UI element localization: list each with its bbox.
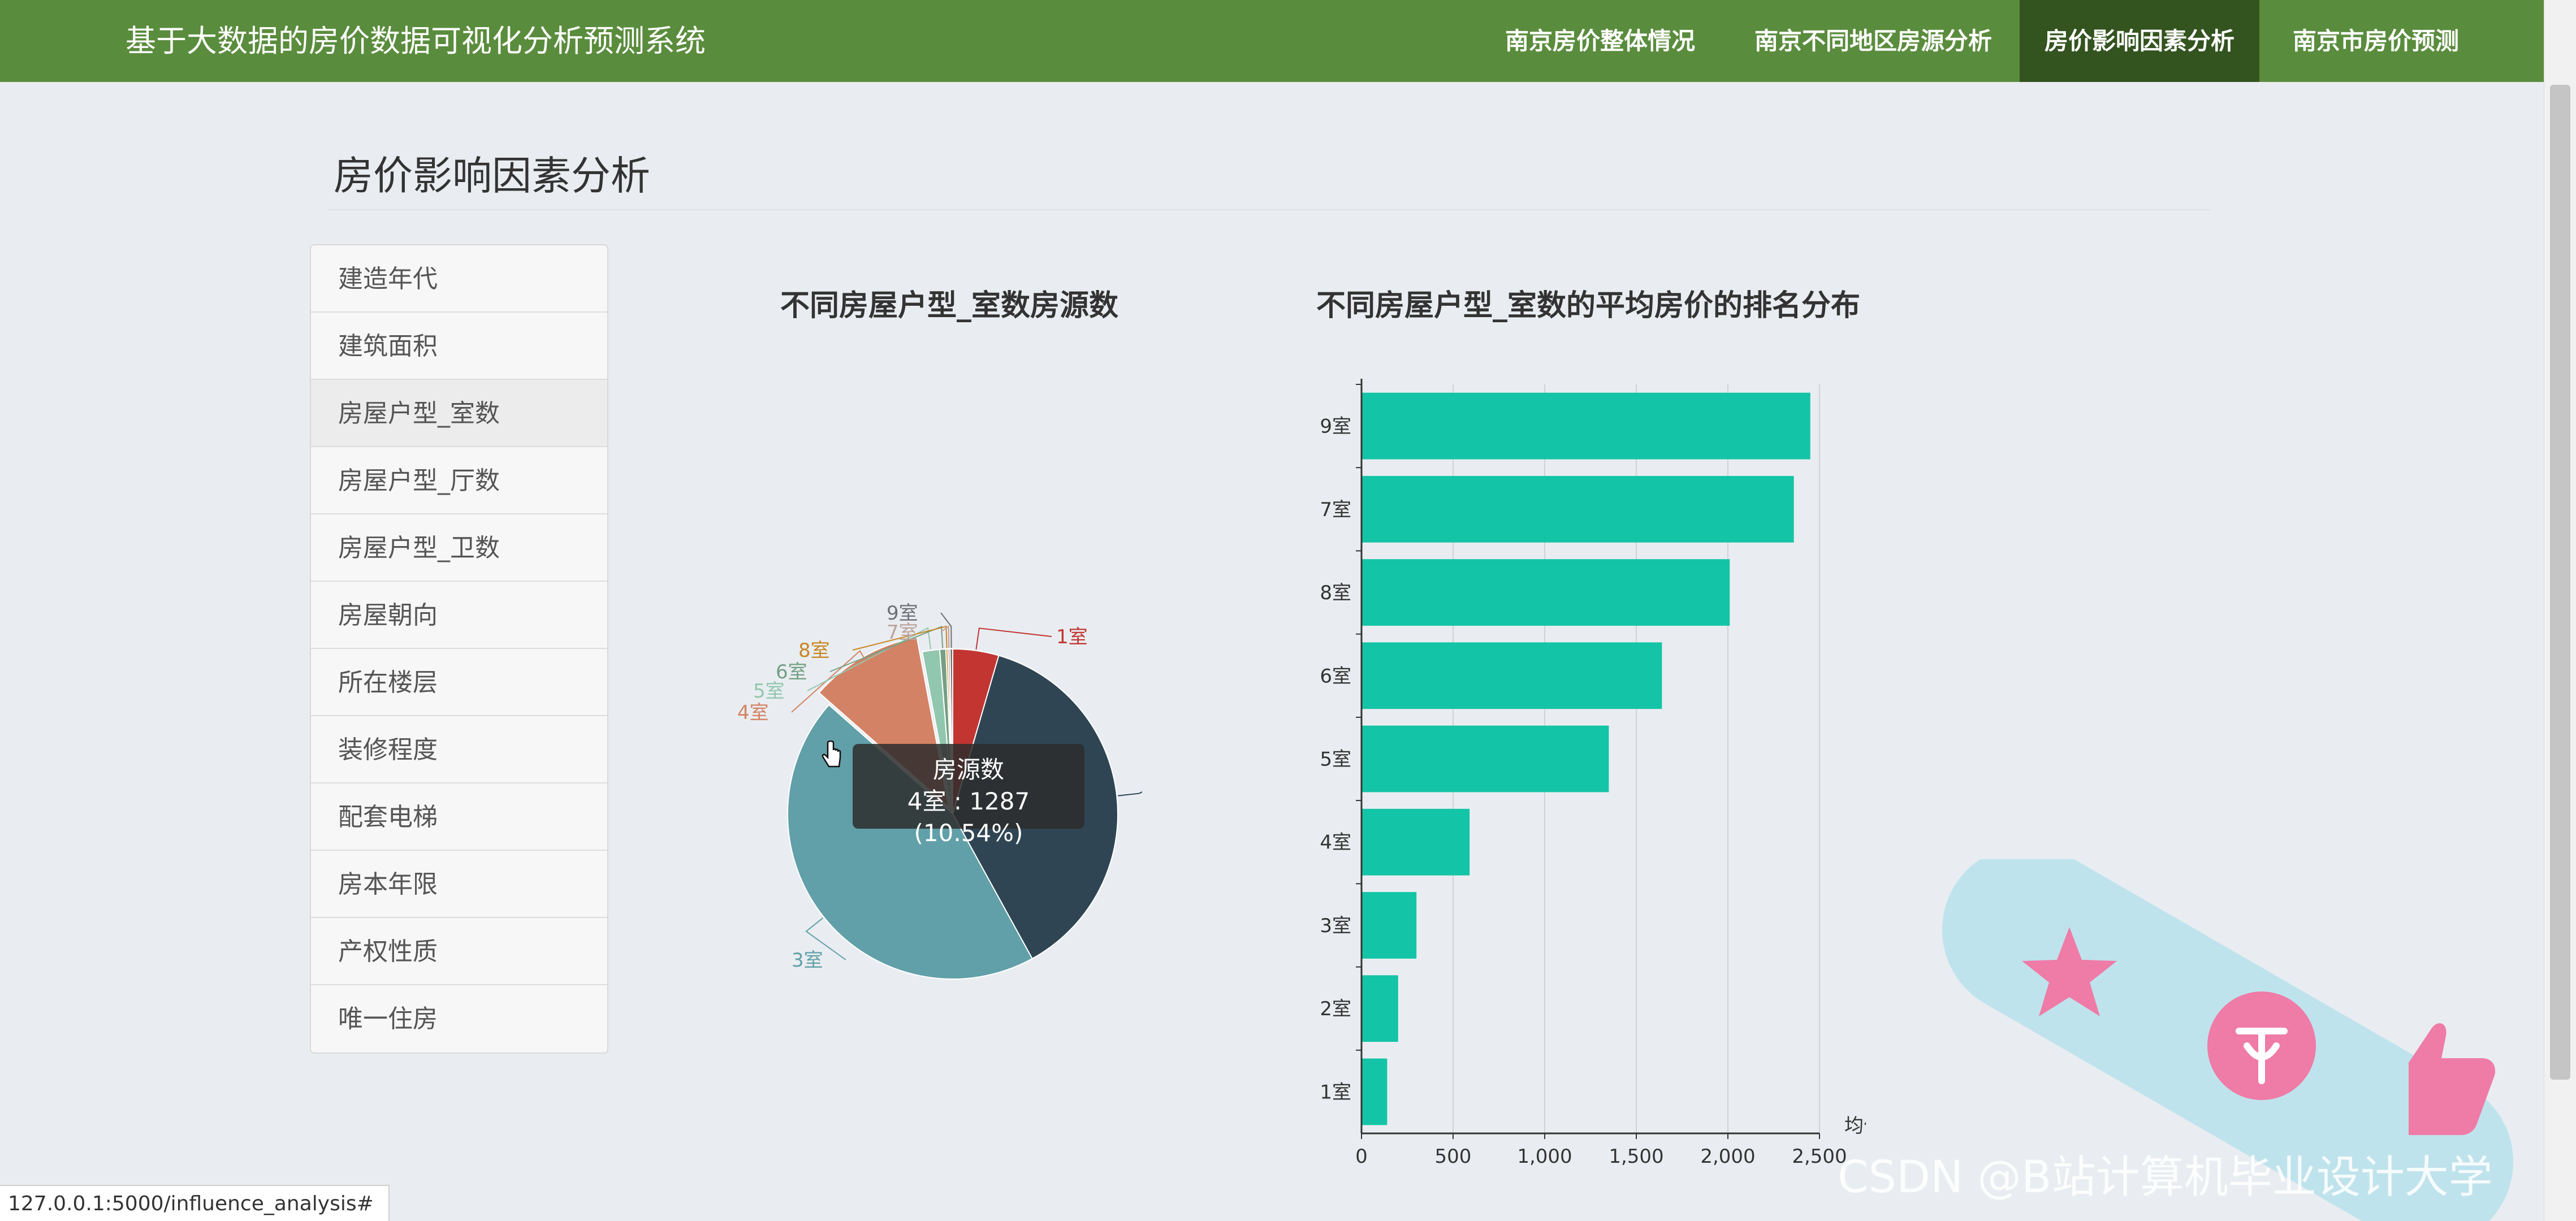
- cursor-hand-icon: [822, 741, 841, 768]
- nav-item-district[interactable]: 南京不同地区房源分析: [1744, 0, 2003, 82]
- bar-1-room[interactable]: [1362, 1058, 1388, 1125]
- sidebar-item-floor[interactable]: 所在楼层: [311, 649, 607, 716]
- y-tick-label: 7室: [1320, 499, 1351, 521]
- y-tick-label: 8室: [1320, 582, 1351, 604]
- y-tick-label: 1室: [1320, 1081, 1351, 1103]
- brand-title[interactable]: 基于大数据的房价数据可视化分析预测系统: [126, 0, 706, 82]
- tooltip-value: 4室 : 1287 (10.54%): [907, 787, 1030, 847]
- x-tick-label: 2,000: [1700, 1145, 1755, 1168]
- pie-tooltip: 房源数 4室 : 1287 (10.54%): [853, 744, 1084, 847]
- pie-label: 5室: [753, 680, 785, 703]
- pie-label: 9室: [887, 602, 918, 625]
- sidebar-item-orientation[interactable]: 房屋朝向: [311, 582, 607, 649]
- y-tick-label: 9室: [1320, 415, 1351, 438]
- x-tick-label: 500: [1435, 1145, 1472, 1168]
- sidebar-item-decoration[interactable]: 装修程度: [311, 716, 607, 783]
- sidebar-item-only-house[interactable]: 唯一住房: [311, 985, 607, 1053]
- sidebar-item-elevator[interactable]: 配套电梯: [311, 783, 607, 851]
- sidebar-item-halls[interactable]: 房屋户型_厅数: [311, 447, 607, 514]
- pie-label: 6室: [776, 661, 807, 683]
- watermark: CSDN @B站计算机毕业设计大学: [1838, 1152, 2493, 1203]
- app-window: 基于大数据的房价数据可视化分析预测系统 南京房价整体情况 南京不同地区房源分析 …: [0, 0, 2576, 1221]
- sidebar-item-rooms[interactable]: 房屋户型_室数: [311, 380, 607, 447]
- x-tick-label: 1,500: [1609, 1145, 1663, 1168]
- y-tick-label: 2室: [1320, 998, 1351, 1020]
- bar-3-room[interactable]: [1362, 892, 1417, 959]
- bar-chart-title: 不同房屋户型_室数的平均房价的排名分布: [1316, 289, 1861, 323]
- y-tick-label: 5室: [1320, 748, 1351, 771]
- pie-chart-title: 不同房屋户型_室数房源数: [780, 289, 1119, 323]
- pie-label: 7室: [887, 621, 918, 644]
- bar-2-room[interactable]: [1362, 975, 1398, 1042]
- top-navbar: 基于大数据的房价数据可视化分析预测系统 南京房价整体情况 南京不同地区房源分析 …: [0, 0, 2576, 82]
- tooltip-series-name: 房源数: [932, 756, 1004, 783]
- sidebar-item-build-year[interactable]: 建造年代: [311, 245, 607, 313]
- x-tick-label: 1,000: [1517, 1145, 1572, 1168]
- nav-item-overall[interactable]: 南京房价整体情况: [1497, 0, 1703, 82]
- url-status-bar: 127.0.0.1:5000/influence_analysis#: [0, 1185, 390, 1221]
- scrollbar-thumb[interactable]: [2550, 85, 2570, 1080]
- sidebar-item-deed-years[interactable]: 房本年限: [311, 851, 607, 918]
- pie-label: 3室: [792, 949, 823, 972]
- bar-6-room[interactable]: [1362, 642, 1662, 709]
- y-tick-label: 3室: [1320, 915, 1351, 937]
- bar-chart[interactable]: 0 500 1,000 1,500 2,000 2,5009室7室8室6室5室4室3室2室…: [1289, 362, 1866, 1181]
- bar-7-room[interactable]: [1362, 475, 1794, 543]
- y-tick-label: 4室: [1320, 832, 1351, 854]
- vertical-scrollbar[interactable]: [2544, 0, 2576, 1221]
- factor-list: 建造年代 建筑面积 房屋户型_室数 房屋户型_厅数 房屋户型_卫数 房屋朝向 所…: [310, 244, 608, 1054]
- nav-item-influence[interactable]: 房价影响因素分析: [2020, 0, 2259, 82]
- bar-4-room[interactable]: [1362, 808, 1470, 876]
- pie-leader-line: [975, 627, 1052, 650]
- page-title: 房价影响因素分析: [334, 153, 650, 199]
- y-tick-label: 6室: [1320, 665, 1351, 687]
- bar-5-room[interactable]: [1362, 725, 1609, 793]
- sidebar-item-area[interactable]: 建筑面积: [311, 313, 607, 380]
- pie-label: 8室: [798, 639, 830, 662]
- pie-label: 4室: [737, 702, 769, 724]
- pie-leader-line: [1118, 791, 1142, 796]
- title-divider: [328, 209, 2211, 210]
- nav-item-prediction[interactable]: 南京市房价预测: [2273, 0, 2479, 82]
- x-axis-label: 均价/: [1844, 1115, 1866, 1137]
- bar-8-room[interactable]: [1362, 559, 1730, 626]
- bar-9-room[interactable]: [1362, 392, 1810, 460]
- sidebar-item-property-type[interactable]: 产权性质: [311, 918, 607, 985]
- pie-label: 1室: [1056, 626, 1088, 648]
- x-tick-label: 0: [1355, 1145, 1368, 1168]
- sidebar-item-baths[interactable]: 房屋户型_卫数: [311, 514, 607, 582]
